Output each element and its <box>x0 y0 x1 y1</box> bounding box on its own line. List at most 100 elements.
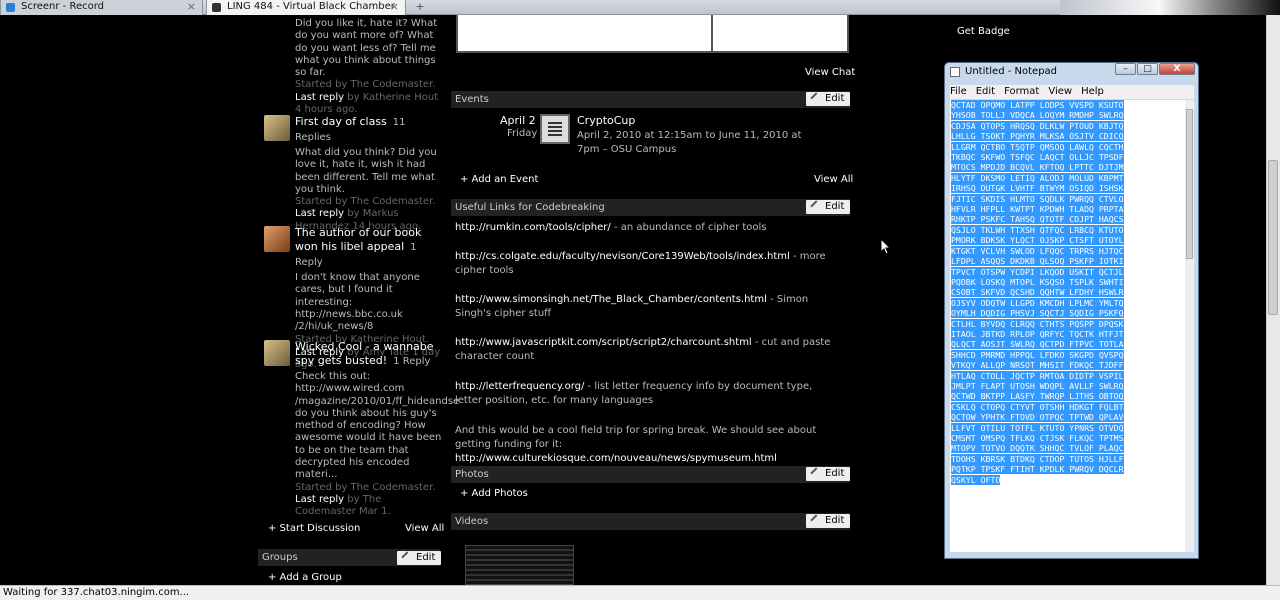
menu-format[interactable]: Format <box>1004 86 1039 97</box>
discussion-title-link[interactable]: First day of class <box>295 115 387 128</box>
selected-text-line: LLFVT OTILU TOTFL KTUTO YPNRS OTVDQ <box>951 422 1124 433</box>
page-gutter-left <box>0 15 252 585</box>
chat-divider <box>711 15 713 51</box>
edit-photos-button[interactable]: Edit <box>806 467 851 481</box>
edit-groups-button[interactable]: Edit <box>397 551 442 565</box>
section-title: Photos <box>455 469 489 480</box>
avatar[interactable] <box>264 340 290 366</box>
menu-help[interactable]: Help <box>1081 86 1104 97</box>
pencil-icon <box>810 514 822 526</box>
last-reply-link[interactable]: Last reply <box>295 92 344 103</box>
selected-text-line: QCTAD OPQMO LATPP LODPS VVSPD KSUTO <box>951 100 1124 110</box>
link-item: http://www.javascriptkit.com/script/scri… <box>455 336 855 364</box>
notepad-scrollbar-thumb[interactable] <box>1186 109 1193 259</box>
discussion-excerpt: What did you think? Did you love it, hat… <box>295 147 437 195</box>
selected-text-line: LFDPL ASQQS DKDKB QLSOQ PSKFP IOTKI <box>951 256 1124 267</box>
tab-ling484[interactable]: LING 484 - Virtual Black Chamber × <box>206 0 406 15</box>
pencil-icon <box>810 467 822 479</box>
status-text: Waiting for 337.chat03.ningim.com... <box>3 587 190 598</box>
link-url[interactable]: http://rumkin.com/tools/cipher/ <box>455 222 611 233</box>
reply-count[interactable]: 1 Reply <box>393 356 430 367</box>
view-chat-link[interactable]: View Chat <box>805 67 855 78</box>
event-details: April 2, 2010 at 12:15am to June 11, 201… <box>577 130 802 155</box>
link-url[interactable]: http://cs.colgate.edu/faculty/nevison/Co… <box>455 251 790 262</box>
selected-text-line: LLGRM QCTBO TSQTP QMSOQ LAWLQ CQCTH <box>951 141 1124 152</box>
start-discussion-link[interactable]: + Start Discussion <box>268 523 360 534</box>
close-button[interactable]: X <box>1159 63 1195 75</box>
event-date: April 2 <box>500 114 536 127</box>
link-note: And this would be a cool field trip for … <box>455 424 840 466</box>
selected-text-line: HFVLR HFPLL KWTPT KPDWH TLADQ PRPTA <box>951 204 1124 215</box>
selected-text-line: YHSOB TOLLJ VDQCA LOQYM RMDHP SWLRQ <box>951 110 1124 121</box>
calendar-icon[interactable] <box>540 114 570 144</box>
edit-label: Edit <box>825 201 845 212</box>
link-item: http://rumkin.com/tools/cipher/ - an abu… <box>455 221 845 235</box>
notepad-text-area[interactable]: QCTAD OPQMO LATPP LODPS VVSPD KSUTO YHSOB… <box>950 100 1185 552</box>
add-group-link[interactable]: + Add a Group <box>268 572 342 583</box>
minimize-button[interactable]: – <box>1115 63 1136 75</box>
discussion-started-by: Started by The Codemaster. <box>295 196 436 208</box>
menu-view[interactable]: View <box>1048 86 1072 97</box>
section-title: Videos <box>455 516 489 527</box>
close-icon[interactable]: × <box>390 0 399 14</box>
pencil-icon <box>810 200 822 212</box>
event-title-link[interactable]: CryptoCup <box>577 114 635 127</box>
page-scrollbar-thumb[interactable] <box>1268 160 1278 315</box>
edit-links-button[interactable]: Edit <box>806 200 851 214</box>
link-url[interactable]: http://letterfrequency.org/ <box>455 381 584 392</box>
events-header: Events <box>451 91 850 108</box>
selected-text-line: HTLAQ CTOLL JQCTP RMTOA DIDTP VSPIL <box>951 370 1124 381</box>
page-content: Did you like it, hate it? What do you wa… <box>252 15 1015 585</box>
maximize-button[interactable]: □ <box>1137 63 1158 75</box>
selected-text-line: RHKTP PSKFC TAHSQ QTOTF CDJPT HAQCS <box>951 214 1124 225</box>
videos-header: Videos <box>451 513 850 530</box>
get-badge-link[interactable]: Get Badge <box>957 26 1010 37</box>
selected-text-line: QSKYL OFTO <box>951 474 1001 485</box>
selected-text-line: PMORK BDKSK YLQCT OJSKP CTSFT UTOYL <box>951 235 1124 246</box>
discussion-started-by: Started by The Codemaster. <box>295 79 436 91</box>
add-event-link[interactable]: + Add an Event <box>460 174 538 185</box>
photos-header: Photos <box>451 466 850 483</box>
menu-edit[interactable]: Edit <box>976 86 995 97</box>
menu-file[interactable]: File <box>950 86 967 97</box>
link-url[interactable]: http://www.culturekiosque.com/nouveau/ne… <box>455 453 777 464</box>
last-reply-link[interactable]: Last reply <box>295 208 344 219</box>
window-title: Untitled - Notepad <box>965 66 1058 77</box>
new-tab-button[interactable]: + <box>410 0 430 15</box>
mouse-cursor-icon <box>880 238 891 255</box>
tab-screenr[interactable]: Screenr - Record × <box>0 0 203 15</box>
view-all-discussions-link[interactable]: View All <box>405 523 444 534</box>
link-item: http://www.simonsingh.net/The_Black_Cham… <box>455 293 845 321</box>
discussion-title-link[interactable]: The author of our book won his libel app… <box>295 226 421 253</box>
link-url[interactable]: http://www.javascriptkit.com/script/scri… <box>455 337 752 348</box>
selected-text-line: KTGKT VCLVH SWLOD LFQQC TRPRS HJTQC <box>951 245 1124 256</box>
discussion-item: Did you like it, hate it? What do you wa… <box>295 18 440 116</box>
selected-text-line: LHLLG TSOKT PQHYR MLKSA OSJTV CDICQ <box>951 131 1124 142</box>
tab-label: LING 484 - Virtual Black Chamber <box>227 1 395 12</box>
close-icon[interactable]: × <box>187 0 196 14</box>
edit-videos-button[interactable]: Edit <box>806 514 851 528</box>
selected-text-line: MTOCS MPDJD BCQVL KFTOQ LPTTC DJTJM <box>951 162 1124 173</box>
selected-text-line: TDOHS KBRSK BTDKQ CTDOP TUTOS HJLLF <box>951 453 1124 464</box>
section-title: Useful Links for Codebreaking <box>455 202 605 213</box>
selected-text-line: QCTOW YPHTK FTOVD OTPQC TPTWD QPLAV <box>951 412 1124 423</box>
selected-text-line: JMLPT FLAPT UTOSH WDQPL AVLLF SWLRQ <box>951 380 1124 391</box>
selected-text-line: TKBQC SKFWO TSFQC LAQCT OLLJC TPSDF <box>951 152 1124 163</box>
avatar[interactable] <box>264 115 290 141</box>
selected-text-line: CTLHL BYVDQ CLRQQ CTHTS PQSPP DPQSK <box>951 318 1124 329</box>
tab-label: Screenr - Record <box>21 1 105 12</box>
video-thumbnail[interactable] <box>465 545 574 585</box>
links-header: Useful Links for Codebreaking <box>451 199 850 216</box>
selected-text-line: CMSMT OMSPQ TFLKQ CTJSK FLKQC TPTMS <box>951 433 1124 443</box>
selected-text-line: QCTWD BKTPP LASFY TWRQP LJTHS OBTOQ <box>951 391 1124 402</box>
view-all-events-link[interactable]: View All <box>814 174 853 185</box>
edit-events-button[interactable]: Edit <box>806 92 851 106</box>
pencil-icon <box>810 92 822 104</box>
selected-text-line: CSOBT SKFVD QCSHD QQHTW LFDHY HSWLR <box>951 287 1124 298</box>
last-reply-link[interactable]: Last reply <box>295 494 344 505</box>
link-url[interactable]: http://www.simonsingh.net/The_Black_Cham… <box>455 294 767 305</box>
avatar[interactable] <box>264 226 290 252</box>
event-weekday: Friday <box>507 128 538 139</box>
selected-text-line: SHHCD PMRMD HPPQL LFDKO SKGPD QVSPQ <box>951 349 1124 360</box>
add-photos-link[interactable]: + Add Photos <box>460 488 528 499</box>
